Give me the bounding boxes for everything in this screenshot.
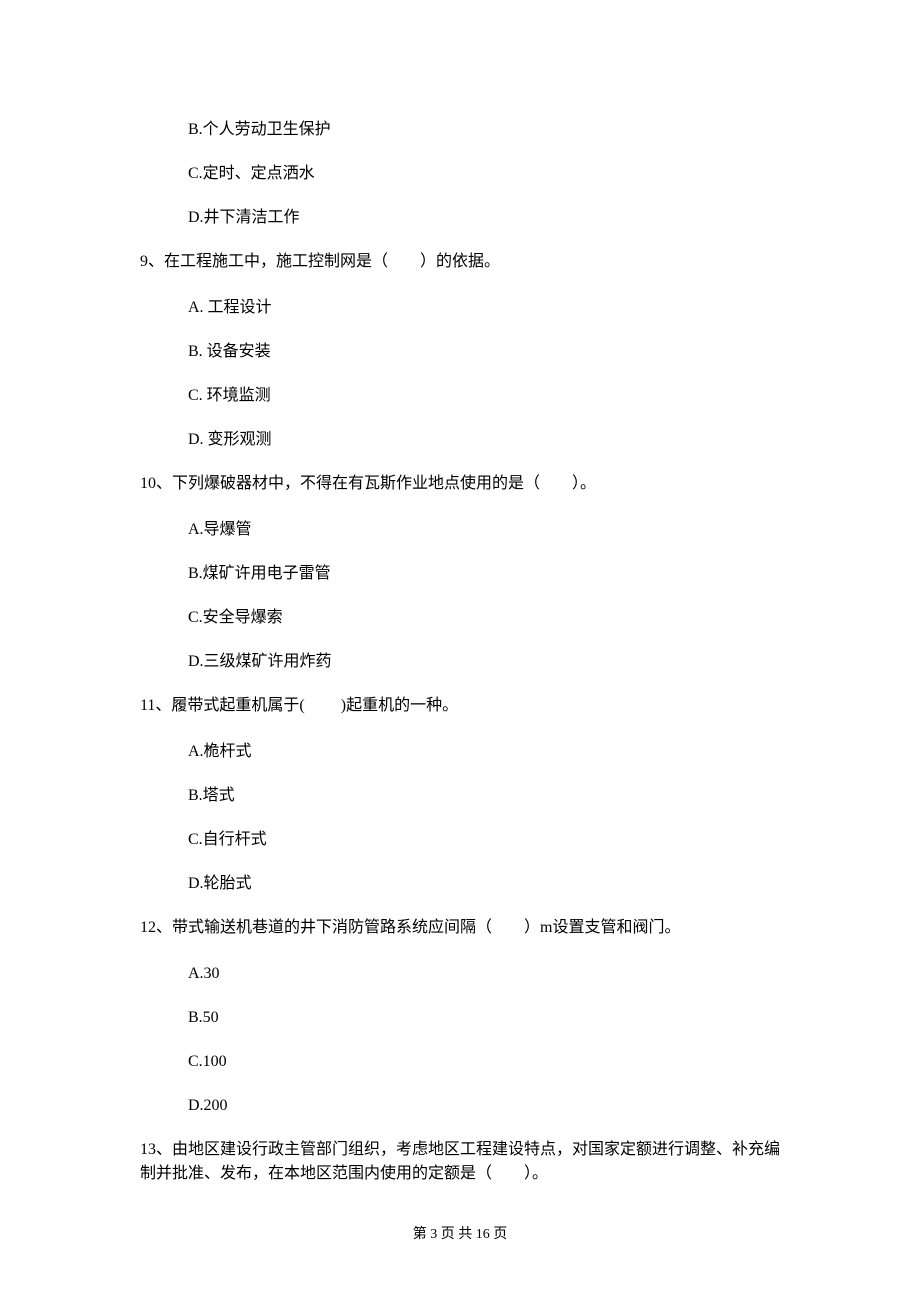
- q8-option-c: C.定时、定点洒水: [188, 162, 780, 186]
- q12-text: 12、带式输送机巷道的井下消防管路系统应间隔（ ）m设置支管和阀门。: [140, 916, 780, 940]
- q9-option-d: D. 变形观测: [188, 428, 780, 452]
- q11-option-c: C.自行杆式: [188, 828, 780, 852]
- q10-option-d: D.三级煤矿许用炸药: [188, 650, 780, 674]
- q13-text: 13、由地区建设行政主管部门组织，考虑地区工程建设特点，对国家定额进行调整、补充…: [140, 1138, 780, 1186]
- q10-text: 10、下列爆破器材中，不得在有瓦斯作业地点使用的是（ ）。: [140, 472, 780, 496]
- page-footer: 第 3 页 共 16 页: [140, 1224, 780, 1245]
- q10-option-c: C.安全导爆索: [188, 606, 780, 630]
- q10-option-a: A.导爆管: [188, 518, 780, 542]
- page-content: B.个人劳动卫生保护 C.定时、定点洒水 D.井下清洁工作 9、在工程施工中，施…: [0, 0, 920, 1245]
- q11-text: 11、履带式起重机属于( )起重机的一种。: [140, 694, 780, 718]
- q12-option-c: C.100: [188, 1050, 780, 1074]
- q12-option-d: D.200: [188, 1094, 780, 1118]
- q11-option-b: B.塔式: [188, 784, 780, 808]
- q11-option-a: A.桅杆式: [188, 740, 780, 764]
- q8-option-b: B.个人劳动卫生保护: [188, 118, 780, 142]
- q9-option-b: B. 设备安装: [188, 340, 780, 364]
- q9-text: 9、在工程施工中，施工控制网是（ ）的依据。: [140, 250, 780, 274]
- q9-option-c: C. 环境监测: [188, 384, 780, 408]
- q12-option-b: B.50: [188, 1006, 780, 1030]
- q11-option-d: D.轮胎式: [188, 872, 780, 896]
- q8-option-d: D.井下清洁工作: [188, 206, 780, 230]
- q9-option-a: A. 工程设计: [188, 296, 780, 320]
- q12-option-a: A.30: [188, 962, 780, 986]
- q10-option-b: B.煤矿许用电子雷管: [188, 562, 780, 586]
